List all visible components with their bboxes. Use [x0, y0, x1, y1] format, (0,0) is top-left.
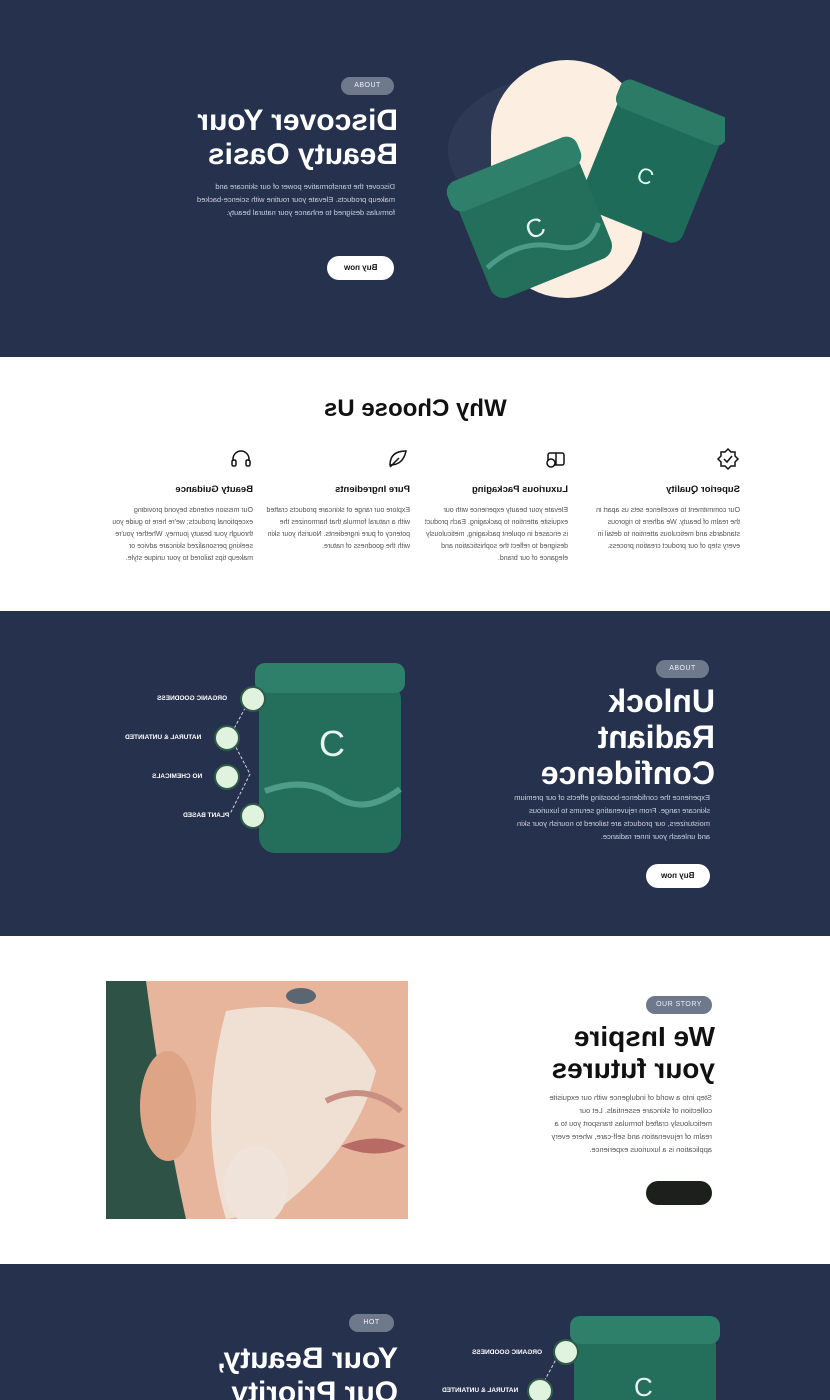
unlock-title-line1: Unlock	[608, 683, 715, 719]
feature-title: Pure Ingredients	[335, 484, 410, 495]
tag-organic: ORGANIC GOODNESS	[472, 1349, 543, 1356]
tag-natural: NATURAL & UNTAINTED	[125, 734, 202, 741]
feature-pure-ingredients: Pure Ingredients Explore our range of sk…	[262, 447, 410, 553]
unlock-title-line2: Radiant	[597, 719, 715, 755]
beauty-title-line2: Our Priority	[231, 1376, 398, 1400]
unlock-product-image: C	[255, 663, 405, 853]
feature-title: Superior Quality	[666, 484, 740, 495]
feature-text: Explore our range of skincare products c…	[266, 507, 410, 550]
skincare-face-photo	[106, 981, 408, 1219]
jar-mark: C	[634, 1372, 653, 1400]
story-title-line2: your futures	[551, 1053, 715, 1084]
beauty-priority-section: C ORGANIC GOODNESS NATURAL & UNTAINTED H…	[0, 1264, 830, 1400]
beauty-title-line1: Your Beauty,	[217, 1342, 398, 1375]
why-title: Why Choose Us	[323, 395, 507, 422]
unlock-badge: ABOUT	[656, 660, 709, 678]
plant-based-icon	[240, 803, 266, 829]
leaf-icon	[389, 450, 407, 468]
feature-text: Elevate your beauty experience with our …	[424, 507, 568, 562]
story-shop-button[interactable]: Shop now	[646, 1181, 712, 1205]
beauty-product-image: C	[570, 1316, 720, 1400]
no-chemicals-icon	[214, 764, 240, 790]
tag-natural: NATURAL & UNTAINTED	[442, 1387, 519, 1394]
natural-tree-icon	[214, 725, 240, 751]
feature-text: Our mission extends beyond providing exc…	[112, 507, 253, 562]
organic-leaf-icon	[240, 686, 266, 712]
why-choose-us-section: Why Choose Us Superior Quality Our commi…	[0, 357, 830, 611]
jar-mark: C	[319, 723, 345, 764]
feature-luxurious-packaging: Luxurious Packaging Elevate your beauty …	[420, 447, 568, 565]
tag-organic: ORGANIC GOODNESS	[157, 695, 228, 702]
story-badge: OUR STORY	[646, 996, 712, 1014]
quality-badge-icon	[716, 447, 740, 471]
feature-text: Our commitment to excellence sets us apa…	[596, 507, 740, 550]
unlock-buy-button[interactable]: Buy now	[646, 864, 710, 888]
story-description: Step into a world of indulgence with our…	[549, 1093, 712, 1154]
hero-badge: ABOUT	[341, 77, 394, 95]
hero-description: Discover the transformative power of our…	[196, 182, 395, 217]
organic-leaf-icon	[553, 1339, 579, 1365]
headset-icon	[231, 450, 251, 467]
feature-superior-quality: Superior Quality Our commitment to excel…	[592, 447, 740, 553]
natural-tree-icon	[527, 1378, 553, 1400]
unlock-section: C ORGANIC GOODNESS NATURAL & UNTAINTED N…	[0, 611, 830, 936]
unlock-description: Experience the confidence-boosting effec…	[514, 793, 710, 841]
hero-section: C C ABOUT Discover Your Beauty Oasis Dis…	[0, 0, 830, 357]
hero-title-line1: Discover Your	[197, 104, 398, 137]
feature-beauty-guidance: Beauty Guidance Our mission extends beyo…	[105, 447, 253, 565]
tag-plant-based: PLANT BASED	[183, 812, 230, 819]
beauty-badge: HOT	[349, 1314, 394, 1332]
hero-title-line2: Beauty Oasis	[207, 138, 398, 171]
feature-title: Luxurious Packaging	[471, 484, 568, 495]
tag-no-chemicals: NO CHEMICALS	[152, 773, 203, 780]
hero-buy-button[interactable]: Buy now	[327, 256, 394, 280]
feature-title: Beauty Guidance	[175, 484, 253, 495]
our-story-section: OUR STORY We Inspire your futures Step i…	[0, 936, 830, 1264]
gift-box-icon	[546, 452, 565, 468]
hero-product-image: C C	[446, 60, 725, 298]
unlock-title-line3: Confidence	[540, 755, 715, 791]
story-title-line1: We Inspire	[573, 1021, 715, 1052]
